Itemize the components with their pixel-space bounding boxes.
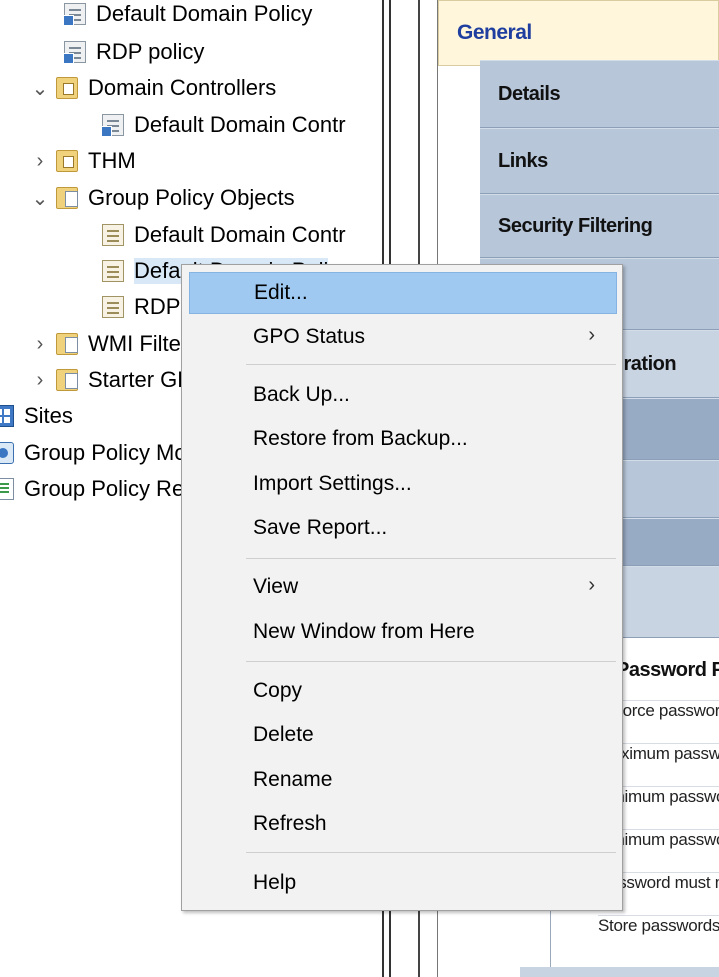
menu-item-restore-from-backup[interactable]: Restore from Backup... bbox=[189, 418, 617, 460]
menu-item-label: GPO Status bbox=[253, 325, 366, 348]
ou-folder-icon bbox=[56, 77, 78, 99]
tree-item-label: Default Domain Contr bbox=[134, 112, 346, 137]
menu-item-import-settings[interactable]: Import Settings... bbox=[189, 463, 617, 505]
menu-item-label: Rename bbox=[253, 768, 333, 791]
tree-item-label: Default Domain Policy bbox=[96, 1, 313, 26]
menu-separator bbox=[246, 661, 616, 662]
gpo-icon bbox=[102, 224, 124, 246]
menu-item-new-window-from-here[interactable]: New Window from Here bbox=[189, 611, 617, 653]
report-bottom-bar bbox=[520, 967, 719, 977]
menu-item-rename[interactable]: Rename bbox=[189, 759, 617, 801]
tree-item-sites[interactable]: Sites bbox=[0, 398, 73, 434]
menu-separator bbox=[246, 852, 616, 853]
policy-row: Store passwords bbox=[598, 915, 719, 936]
linked-policy-icon bbox=[63, 3, 86, 26]
menu-separator bbox=[246, 558, 616, 559]
menu-item-label: New Window from Here bbox=[253, 620, 475, 643]
menu-item-label: Import Settings... bbox=[253, 472, 412, 495]
modeling-icon bbox=[0, 442, 14, 464]
menu-item-copy[interactable]: Copy bbox=[189, 670, 617, 712]
tree-item-label: Sites bbox=[24, 403, 73, 428]
wmi-folder-icon bbox=[56, 333, 78, 355]
menu-item-help[interactable]: Help bbox=[189, 862, 617, 904]
gpo-icon bbox=[102, 296, 124, 318]
section-details[interactable]: Details bbox=[480, 60, 719, 128]
gpo-icon bbox=[102, 260, 124, 282]
chevron-right-icon[interactable]: › bbox=[30, 326, 50, 362]
menu-item-label: Restore from Backup... bbox=[253, 427, 468, 450]
tree-item-thm[interactable]: › THM bbox=[30, 143, 136, 179]
tree-item-domain-controllers[interactable]: ⌄ Domain Controllers bbox=[30, 70, 277, 106]
tree-item-default-domain-controllers-gpo[interactable]: Default Domain Contr bbox=[102, 217, 346, 253]
context-menu: Edit... GPO Status › Back Up... Restore … bbox=[181, 264, 623, 911]
menu-item-label: Refresh bbox=[253, 812, 327, 835]
chevron-right-icon: › bbox=[588, 324, 595, 346]
menu-item-label: Help bbox=[253, 871, 297, 894]
menu-item-refresh[interactable]: Refresh bbox=[189, 803, 617, 845]
tree-item-group-policy-objects[interactable]: ⌄ Group Policy Objects bbox=[30, 180, 295, 216]
tree-item-label: Domain Controllers bbox=[88, 75, 277, 100]
ou-folder-icon bbox=[56, 150, 78, 172]
tree-item-label: RDP policy bbox=[96, 39, 205, 64]
starter-folder-icon bbox=[56, 369, 78, 391]
menu-item-label: Edit... bbox=[254, 281, 308, 304]
chevron-right-icon[interactable]: › bbox=[30, 143, 50, 179]
chevron-down-icon[interactable]: ⌄ bbox=[30, 180, 50, 216]
tree-item-wmi-filters[interactable]: › WMI Filters bbox=[30, 326, 200, 362]
menu-item-back-up[interactable]: Back Up... bbox=[189, 374, 617, 416]
tree-item-default-domain-controllers-link[interactable]: Default Domain Contr bbox=[101, 107, 346, 143]
menu-item-label: Copy bbox=[253, 679, 303, 702]
tree-item-label: THM bbox=[88, 148, 136, 173]
tree-item-label: Group Policy Objects bbox=[88, 185, 295, 210]
menu-item-view[interactable]: View › bbox=[189, 566, 617, 608]
menu-item-gpo-status[interactable]: GPO Status › bbox=[189, 316, 617, 358]
tree-item-label: Default Domain Contr bbox=[134, 222, 346, 247]
gpo-folder-icon bbox=[56, 187, 78, 209]
menu-item-save-report[interactable]: Save Report... bbox=[189, 507, 617, 549]
sites-icon bbox=[0, 405, 14, 427]
linked-policy-icon bbox=[101, 114, 124, 137]
tree-item-default-domain-policy-link[interactable]: Default Domain Policy bbox=[63, 0, 313, 32]
menu-item-label: Delete bbox=[253, 723, 314, 746]
menu-item-label: View bbox=[253, 575, 299, 598]
section-security-filtering[interactable]: Security Filtering bbox=[480, 194, 719, 258]
menu-item-delete[interactable]: Delete bbox=[189, 714, 617, 756]
chevron-down-icon[interactable]: ⌄ bbox=[30, 70, 50, 106]
chevron-right-icon: › bbox=[588, 574, 595, 596]
section-links[interactable]: Links bbox=[480, 128, 719, 194]
menu-item-label: Back Up... bbox=[253, 383, 350, 406]
results-icon bbox=[0, 478, 14, 500]
report-heading-general[interactable]: General bbox=[438, 0, 719, 66]
menu-separator bbox=[246, 364, 616, 365]
tree-item-rdp-policy-link[interactable]: RDP policy bbox=[63, 34, 205, 70]
linked-policy-icon bbox=[63, 41, 86, 64]
menu-item-edit[interactable]: Edit... bbox=[189, 272, 617, 314]
menu-item-label: Save Report... bbox=[253, 516, 388, 539]
chevron-right-icon[interactable]: › bbox=[30, 362, 50, 398]
